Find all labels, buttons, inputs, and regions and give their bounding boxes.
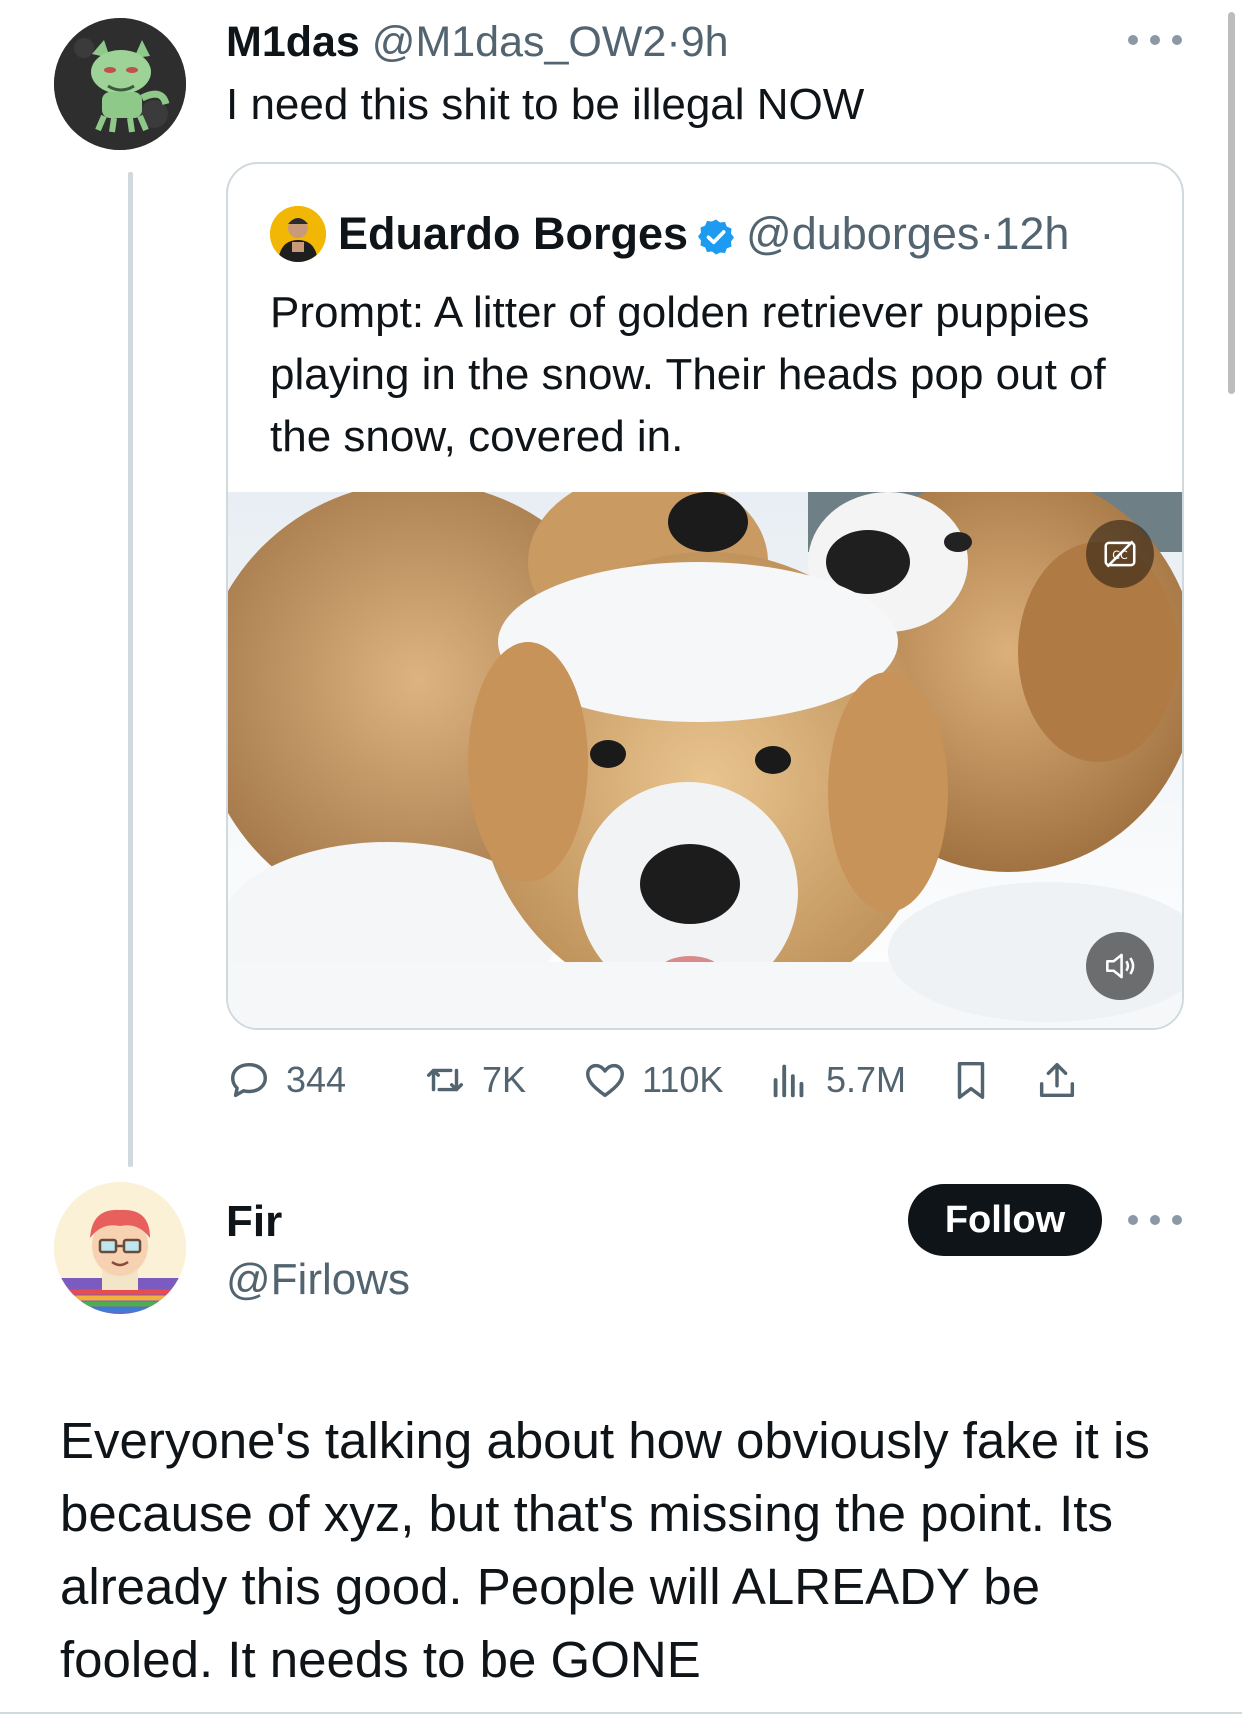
speaker-icon[interactable] <box>1086 932 1154 1000</box>
reply-author-handle[interactable]: @Firlows <box>226 1252 410 1308</box>
reply-author-name[interactable]: Fir <box>226 1194 282 1250</box>
like-count: 110K <box>642 1059 724 1100</box>
repost-icon <box>426 1068 464 1092</box>
tweet-time[interactable]: 9h <box>681 18 729 66</box>
more-options-icon[interactable] <box>1128 1210 1182 1230</box>
quote-tweet-card[interactable]: Eduardo Borges @duborges · 12h Prompt: A l… <box>226 162 1184 1030</box>
bookmark-button[interactable] <box>948 1052 994 1108</box>
captions-off-icon[interactable]: CC <box>1086 520 1154 588</box>
heart-icon <box>586 1063 624 1098</box>
quote-author-name[interactable]: Eduardo Borges <box>338 206 688 262</box>
repost-button[interactable]: 7K <box>422 1052 526 1108</box>
tweet-header: M1das @M1das_OW2·9h <box>226 14 729 70</box>
fir-avatar[interactable] <box>54 1182 186 1314</box>
quote-text: Prompt: A litter of golden retriever pup… <box>270 288 1106 461</box>
views-button[interactable]: 5.7M <box>766 1052 906 1108</box>
reply-button[interactable]: 344 <box>226 1052 346 1108</box>
video-thumbnail[interactable]: CC <box>228 492 1182 1028</box>
green-cat-avatar-icon <box>54 18 186 150</box>
scrollbar[interactable] <box>1228 12 1235 394</box>
quote-time[interactable]: 12h <box>994 206 1069 262</box>
author-name[interactable]: M1das <box>226 18 360 66</box>
repost-count: 7K <box>482 1059 527 1100</box>
share-icon <box>1039 1062 1075 1098</box>
tweet-text: I need this shit to be illegal NOW <box>226 80 865 129</box>
divider <box>0 1712 1242 1714</box>
reply-icon <box>230 1062 268 1098</box>
cartoon-person-avatar-icon <box>54 1182 186 1314</box>
analytics-icon <box>773 1064 804 1098</box>
reply-count: 344 <box>286 1059 347 1100</box>
view-count: 5.7M <box>826 1059 907 1100</box>
like-button[interactable]: 110K <box>582 1052 723 1108</box>
thread-line <box>128 172 133 1167</box>
action-bar: 344 7K 110K 5.7M <box>226 1052 1180 1108</box>
quote-author-handle[interactable]: @duborges <box>746 206 979 262</box>
eduardo-avatar[interactable] <box>270 206 326 262</box>
author-handle[interactable]: @M1das_OW2 <box>372 18 667 66</box>
share-button[interactable] <box>1034 1052 1080 1108</box>
more-options-icon[interactable] <box>1128 30 1182 50</box>
puppies-in-snow-image <box>228 492 1182 1028</box>
person-avatar-icon <box>270 206 326 262</box>
quote-header: Eduardo Borges @duborges · 12h <box>270 206 1069 262</box>
m1das-avatar[interactable] <box>54 18 186 150</box>
verified-badge-icon <box>696 214 736 255</box>
bookmark-icon <box>957 1061 985 1099</box>
dot-separator: · <box>979 208 995 259</box>
follow-button[interactable]: Follow <box>908 1184 1102 1256</box>
dot-separator: · <box>666 18 681 66</box>
reply-text: Everyone's talking about how obviously f… <box>60 1412 1150 1688</box>
